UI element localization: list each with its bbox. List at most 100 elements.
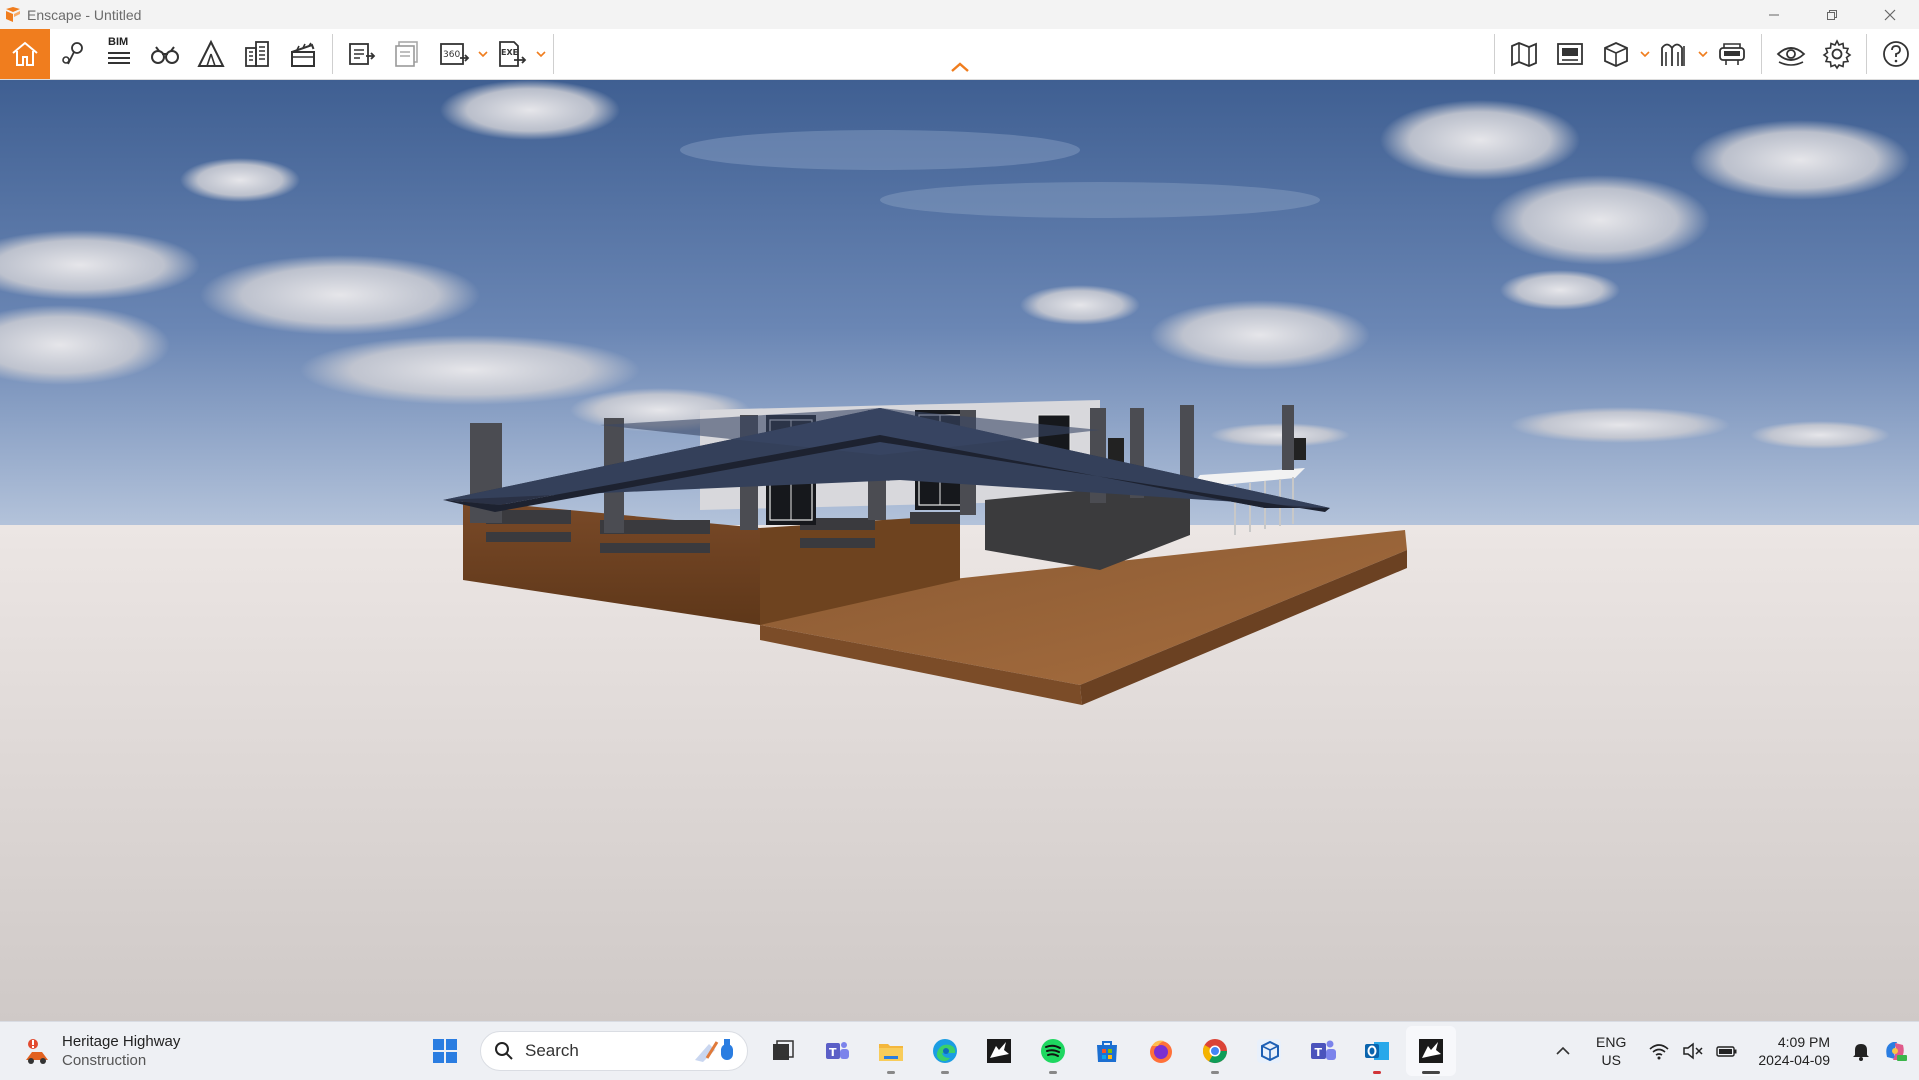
running-indicator: [1049, 1071, 1057, 1074]
vr-headset-icon: [1719, 43, 1745, 65]
panorama-button[interactable]: 360: [431, 29, 477, 79]
taskbar-search[interactable]: Search: [480, 1031, 748, 1071]
edge-icon: [933, 1039, 957, 1063]
running-indicator: [1211, 1071, 1219, 1074]
walk-mode-button[interactable]: [142, 29, 188, 79]
material-editor-button[interactable]: [1593, 29, 1639, 79]
help-icon: [1883, 41, 1909, 67]
location-pin-icon: [62, 42, 83, 65]
task-view-icon: [773, 1040, 794, 1060]
battery-icon: [1716, 1046, 1737, 1057]
views-button[interactable]: [50, 29, 96, 79]
tent-icon: [197, 39, 225, 67]
edge-browser-button[interactable]: [920, 1026, 970, 1076]
file-explorer-button[interactable]: [866, 1026, 916, 1076]
material-dropdown[interactable]: [1639, 29, 1651, 79]
search-label: Search: [525, 1041, 579, 1060]
wifi-button[interactable]: [1645, 1037, 1673, 1065]
toolbar-separator: [1866, 34, 1867, 74]
export-dropdown[interactable]: [535, 29, 547, 79]
capture-button[interactable]: [1547, 29, 1593, 79]
svg-text:T: T: [1315, 1046, 1323, 1059]
home-button[interactable]: [0, 29, 50, 79]
spotify-button[interactable]: [1028, 1026, 1078, 1076]
teams-chat-button[interactable]: T: [812, 1026, 862, 1076]
render-image-icon: [349, 43, 376, 65]
render-viewport[interactable]: [0, 80, 1919, 1021]
chevron-down-icon: [1698, 51, 1708, 58]
settings-button[interactable]: [1814, 29, 1860, 79]
wifi-icon: [1649, 1044, 1669, 1060]
sketchup-button[interactable]: [1244, 1026, 1294, 1076]
panorama-360-label: 360: [443, 50, 460, 60]
export-exe-icon: EXE: [499, 41, 527, 67]
title-bar: Enscape - Untitled: [0, 0, 1919, 29]
system-tray: ENG US 4:09 PM 2024-04-09: [1546, 1022, 1919, 1080]
help-button[interactable]: [1873, 29, 1919, 79]
chrome-button[interactable]: [1190, 1026, 1240, 1076]
rhino-app-button[interactable]: [974, 1026, 1024, 1076]
show-hidden-icons-button[interactable]: [1549, 1037, 1577, 1065]
batch-render-button[interactable]: [385, 29, 431, 79]
news-widget[interactable]: Heritage Highway Construction: [22, 1032, 180, 1070]
firefox-button[interactable]: [1136, 1026, 1186, 1076]
minimize-button[interactable]: [1745, 0, 1803, 29]
minimize-icon: [1769, 14, 1779, 15]
copilot-button[interactable]: [1881, 1037, 1909, 1065]
toolbar-separator: [1494, 34, 1495, 74]
running-indicator: [1373, 1071, 1381, 1074]
clock[interactable]: 4:09 PM 2024-04-09: [1758, 1033, 1830, 1069]
video-editor-button[interactable]: [280, 29, 326, 79]
volume-muted-icon: [1683, 1042, 1703, 1060]
toolbar-separator: [553, 34, 554, 74]
panorama-dropdown[interactable]: [477, 29, 489, 79]
export-exe-button[interactable]: EXE: [489, 29, 535, 79]
taskbar-apps: Search T T: [418, 1022, 1458, 1080]
arches-icon: [1661, 43, 1685, 66]
active-indicator: [1422, 1071, 1440, 1074]
volume-button[interactable]: [1679, 1037, 1707, 1065]
bim-mode-button[interactable]: BIM: [96, 29, 142, 79]
running-indicator: [941, 1071, 949, 1074]
map-button[interactable]: [1501, 29, 1547, 79]
cube-icon: [1604, 42, 1628, 67]
chevron-down-icon: [536, 51, 546, 58]
panorama-360-icon: 360: [440, 43, 470, 65]
site-context-dropdown[interactable]: [1697, 29, 1709, 79]
batch-render-icon: [395, 41, 418, 67]
asset-library-button[interactable]: [234, 29, 280, 79]
search-highlight-icon: [695, 1039, 733, 1062]
store-icon: [1097, 1041, 1117, 1062]
collapse-toolbar-toggle[interactable]: [948, 58, 972, 76]
notifications-button[interactable]: [1847, 1037, 1875, 1065]
copilot-icon: [1886, 1042, 1907, 1061]
chevron-down-icon: [478, 51, 488, 58]
site-context-button[interactable]: [1651, 29, 1697, 79]
binoculars-icon: [151, 46, 179, 64]
outlook-button[interactable]: [1352, 1026, 1402, 1076]
bell-icon: [1853, 1044, 1869, 1061]
teams-chat-icon: T: [826, 1042, 849, 1059]
task-view-button[interactable]: [758, 1026, 808, 1076]
restore-button[interactable]: [1803, 0, 1861, 29]
start-button[interactable]: [420, 1026, 470, 1076]
rhino-enscape-button[interactable]: [1406, 1026, 1456, 1076]
input-language[interactable]: ENG US: [1596, 1033, 1626, 1069]
battery-button[interactable]: [1713, 1037, 1741, 1065]
news-headline: Heritage Highway: [62, 1033, 181, 1050]
region-code: US: [1601, 1052, 1621, 1068]
rhino-icon: [1419, 1039, 1443, 1063]
microsoft-store-button[interactable]: [1082, 1026, 1132, 1076]
windows-logo-icon: [433, 1039, 457, 1063]
clock-date: 2024-04-09: [1758, 1052, 1830, 1068]
close-button[interactable]: [1861, 0, 1919, 29]
screenshot-button[interactable]: [339, 29, 385, 79]
sketchup-icon: [1257, 1039, 1281, 1063]
teams-button[interactable]: T: [1298, 1026, 1348, 1076]
visual-settings-button[interactable]: [1768, 29, 1814, 79]
clock-time: 4:09 PM: [1777, 1034, 1830, 1050]
vr-headset-button[interactable]: [1709, 29, 1755, 79]
bim-label: BIM: [108, 36, 129, 48]
buildings-icon: [245, 41, 269, 67]
atmosphere-button[interactable]: [188, 29, 234, 79]
